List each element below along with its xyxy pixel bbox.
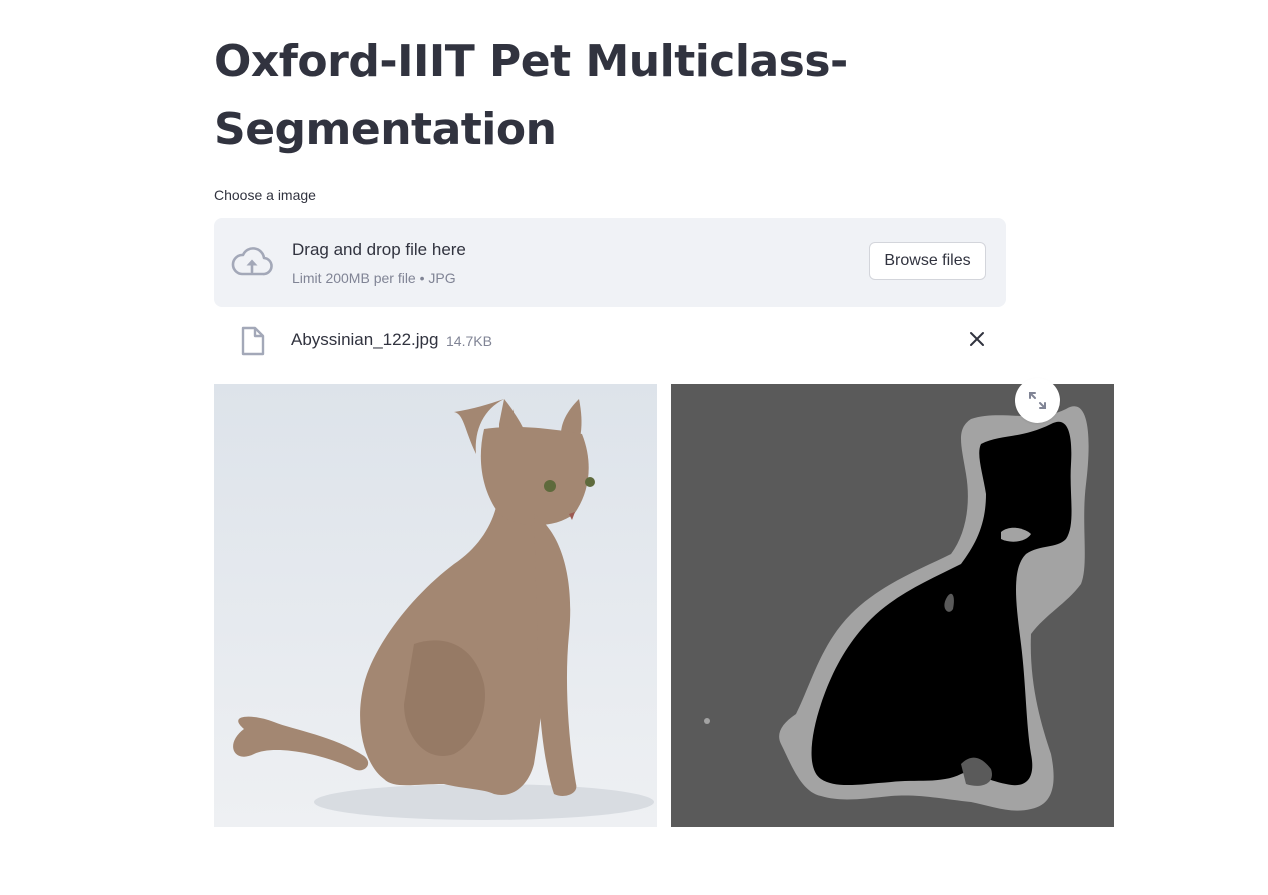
file-dropzone[interactable]: Drag and drop file here Limit 200MB per …	[214, 218, 1006, 307]
file-size: 14.7KB	[446, 333, 492, 349]
expand-icon	[1015, 392, 1060, 426]
original-cat-image	[214, 384, 657, 827]
uploader-label: Choose a image	[214, 187, 316, 203]
remove-file-button[interactable]	[966, 328, 988, 350]
dropzone-limit: Limit 200MB per file • JPG	[292, 270, 456, 286]
dropzone-instructions: Drag and drop file here	[292, 240, 466, 259]
file-icon	[241, 326, 265, 356]
uploaded-file-row: Abyssinian_122.jpg 14.7KB	[214, 320, 1006, 360]
cloud-upload-icon	[230, 244, 274, 278]
file-name: Abyssinian_122.jpg	[291, 330, 439, 349]
fullscreen-button[interactable]	[1015, 378, 1060, 423]
close-icon	[966, 332, 988, 353]
segmentation-mask-image	[671, 384, 1114, 827]
page-title: Oxford-IIIT Pet Multiclass-Segmentation	[214, 36, 848, 155]
browse-files-button[interactable]: Browse files	[869, 242, 986, 280]
